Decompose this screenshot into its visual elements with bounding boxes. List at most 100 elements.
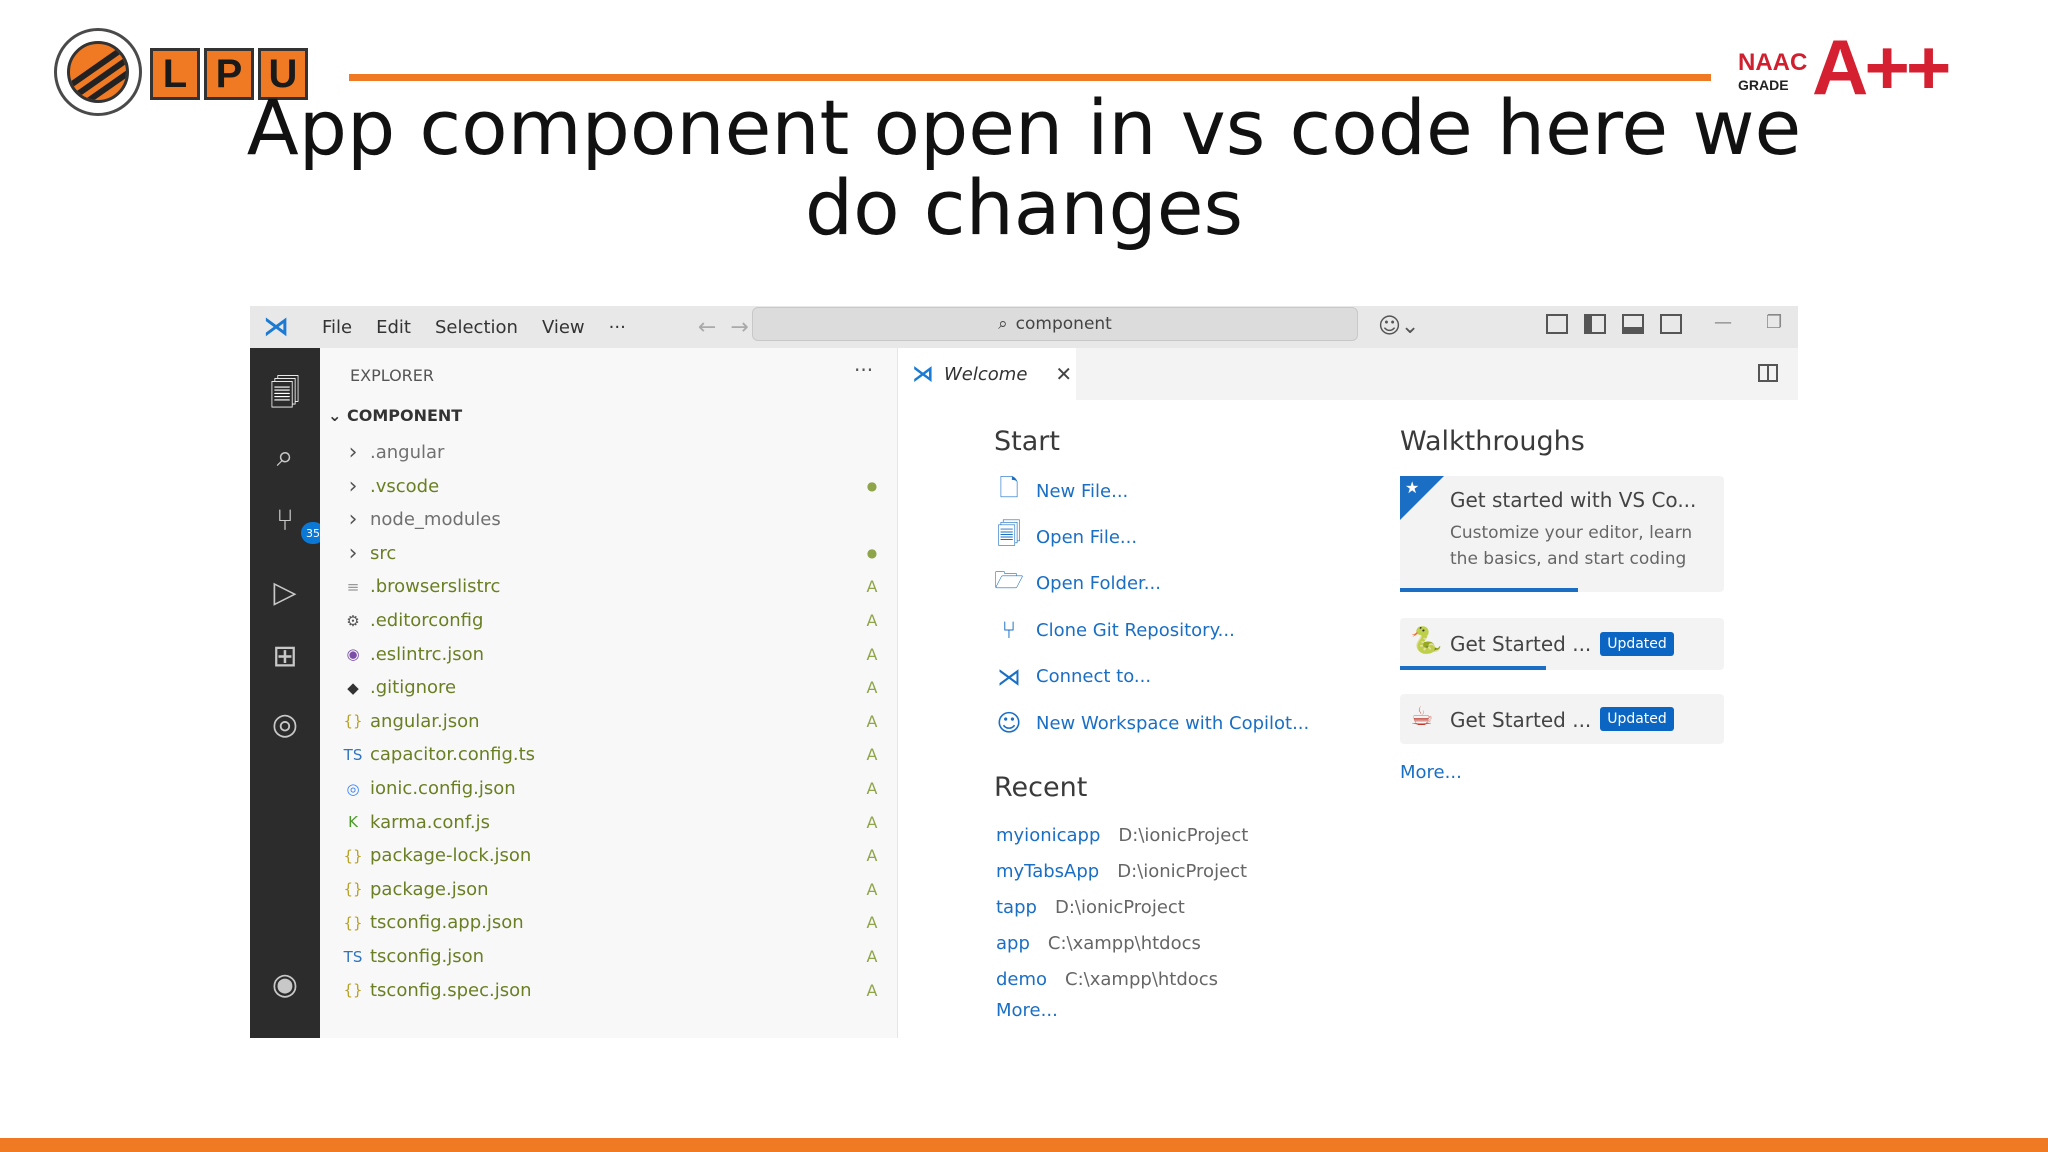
back-arrow-icon[interactable]: ← — [698, 315, 716, 340]
recent-item-name[interactable]: myTabsApp — [996, 861, 1099, 882]
json-file-icon: {} — [343, 981, 363, 1000]
slide-title: App component open in vs code here we do… — [246, 83, 1802, 252]
recent-item-name[interactable]: app — [996, 933, 1030, 954]
start-item-label: Clone Git Repository... — [1036, 619, 1235, 641]
recent-item-name[interactable]: tapp — [996, 897, 1037, 918]
recent-item[interactable]: tapp D:\ionicProject — [996, 894, 1185, 920]
walkthrough-title: Get Started ... — [1450, 708, 1592, 732]
recent-item[interactable]: demo C:\xampp\htdocs — [996, 966, 1218, 992]
new-workspace-copilot-link[interactable]: ☺ New Workspace with Copilot... — [994, 708, 1309, 738]
command-center-search[interactable]: ⌕ component — [752, 307, 1358, 341]
clone-git-repository-link[interactable]: ⑂ Clone Git Repository... — [994, 615, 1235, 645]
karma-file-icon: K — [348, 813, 358, 832]
git-status-badge: A — [866, 779, 878, 798]
vscode-tab-icon: ⋊ — [912, 361, 934, 387]
explorer-file-item[interactable]: ◆ .gitignore A — [342, 671, 882, 704]
explorer-item-name: src — [370, 542, 397, 564]
new-file-link[interactable]: 🗋 New File... — [994, 474, 1128, 506]
open-file-link[interactable]: 🗐 Open File... — [994, 520, 1137, 552]
explorer-file-item[interactable]: {} angular.json A — [342, 705, 882, 738]
explorer-item-name: tsconfig.app.json — [370, 912, 524, 934]
menu-file[interactable]: File — [310, 317, 364, 338]
explorer-item-name: angular.json — [370, 710, 480, 732]
menu-selection[interactable]: Selection — [423, 317, 530, 338]
json-file-icon: {} — [343, 913, 363, 932]
walkthroughs-more-link[interactable]: More... — [1400, 762, 1462, 783]
explorer-file-item[interactable]: ⚙ .editorconfig A — [342, 604, 882, 637]
recent-item-name[interactable]: myionicapp — [996, 825, 1100, 846]
open-folder-link[interactable]: 🗁 Open Folder... — [994, 566, 1161, 599]
menu-view[interactable]: View — [530, 317, 597, 338]
explorer-file-item[interactable]: {} tsconfig.spec.json A — [342, 974, 882, 1007]
run-debug-icon[interactable]: ▷ — [267, 574, 303, 610]
explorer-file-item[interactable]: ◎ ionic.config.json A — [342, 772, 882, 805]
tsconfig-file-icon: TS — [343, 947, 363, 966]
start-heading: Start — [994, 426, 1060, 457]
explorer-folder-item[interactable]: › node_modules — [342, 503, 882, 536]
restore-icon[interactable]: ❐ — [1766, 312, 1782, 333]
explorer-file-item[interactable]: {} package.json A — [342, 873, 882, 906]
explorer-file-item[interactable]: Kkarma.conf.js A — [342, 806, 882, 839]
explorer-item-name: .angular — [370, 442, 445, 463]
explorer-more-icon[interactable]: ··· — [854, 358, 873, 382]
explorer-file-item[interactable]: {} package-lock.json A — [342, 839, 882, 872]
ionic-file-icon: ◎ — [346, 779, 360, 798]
menu-bar: File Edit Selection View ··· — [310, 317, 638, 338]
extensions-icon[interactable]: ⊞ — [267, 638, 303, 674]
json-file-icon: {} — [343, 846, 363, 865]
toggle-secondary-sidebar-icon[interactable] — [1660, 314, 1682, 334]
recent-item-name[interactable]: demo — [996, 969, 1047, 990]
git-status-badge: A — [866, 812, 878, 832]
minimize-icon[interactable]: — — [1714, 312, 1732, 333]
search-view-icon[interactable]: ⌕ — [267, 438, 303, 474]
close-icon[interactable]: ✕ — [1055, 362, 1072, 386]
explorer-item-name: package.json — [370, 878, 489, 900]
split-editor-icon[interactable] — [1758, 364, 1778, 382]
explorer-item-name: tsconfig.spec.json — [370, 979, 532, 1001]
walkthrough-title: Get Started ... — [1450, 632, 1592, 656]
explorer-file-item[interactable]: {} tsconfig.app.json A — [342, 906, 882, 939]
menu-edit[interactable]: Edit — [364, 317, 423, 338]
explorer-item-name: ionic.config.json — [370, 778, 516, 799]
account-icon[interactable]: ◉ — [267, 966, 303, 1002]
copilot-icon[interactable]: ☺⌄ — [1378, 314, 1419, 339]
explorer-file-item[interactable]: ◉ .eslintrc.json A — [342, 638, 882, 671]
explorer-file-item[interactable]: ≡ .browserslistrc A — [342, 570, 882, 603]
explorer-folder-item[interactable]: › src ● — [342, 537, 882, 570]
ionic-extension-icon[interactable]: ◎ — [267, 706, 303, 742]
recent-more-link[interactable]: More... — [996, 1000, 1058, 1021]
workspace-root[interactable]: ⌄ COMPONENT — [328, 406, 462, 425]
activity-bar: 🗐 ⌕ ⑂ 35 ▷ ⊞ ◎ ◉ — [250, 348, 325, 1038]
explorer-file-item[interactable]: TS capacitor.config.ts A — [342, 738, 882, 771]
walkthrough-description: Customize your editor, learn the basics,… — [1450, 523, 1693, 569]
tab-welcome[interactable]: ⋊ Welcome ✕ — [898, 348, 1076, 400]
explorer-folder-item[interactable]: › .angular — [342, 436, 882, 469]
toggle-panel-icon[interactable] — [1622, 314, 1644, 334]
vscode-window: ⋊ File Edit Selection View ··· ← → ⌕ com… — [250, 306, 1798, 1038]
git-status-badge: A — [866, 879, 878, 899]
explorer-item-name: .gitignore — [370, 677, 457, 699]
json-file-icon: {} — [343, 712, 363, 731]
toggle-primary-sidebar-icon[interactable] — [1584, 314, 1606, 334]
search-icon: ⌕ — [998, 314, 1008, 334]
git-status-badge: A — [866, 678, 878, 698]
menu-more[interactable]: ··· — [597, 317, 638, 338]
forward-arrow-icon[interactable]: → — [730, 315, 748, 340]
source-control-icon[interactable]: ⑂ 35 — [267, 502, 325, 544]
recent-item[interactable]: myTabsApp D:\ionicProject — [996, 858, 1247, 884]
explorer-files-icon[interactable]: 🗐 — [267, 376, 303, 414]
ts-file-icon: TS — [343, 745, 363, 764]
walkthrough-card[interactable]: ★ Get started with VS Co... Customize yo… — [1400, 476, 1724, 592]
explorer-folder-item[interactable]: › .vscode ● — [342, 470, 882, 503]
recent-item[interactable]: app C:\xampp\htdocs — [996, 930, 1201, 956]
explorer-file-item[interactable]: TS tsconfig.json A — [342, 940, 882, 973]
walkthrough-card[interactable]: 🐍 Get Started ... Updated — [1400, 618, 1724, 670]
lpu-emblem-icon — [54, 28, 142, 116]
title-bar: ⋊ File Edit Selection View ··· ← → ⌕ com… — [250, 306, 1798, 348]
explorer-item-name: .editorconfig — [370, 610, 484, 631]
connect-to-link[interactable]: ⋊ Connect to... — [994, 662, 1151, 692]
customize-layout-icon[interactable] — [1546, 314, 1568, 334]
recent-item[interactable]: myionicapp D:\ionicProject — [996, 822, 1248, 848]
recent-item-path: C:\xampp\htdocs — [1047, 932, 1201, 954]
walkthrough-card[interactable]: ☕ Get Started ... Updated — [1400, 694, 1724, 744]
